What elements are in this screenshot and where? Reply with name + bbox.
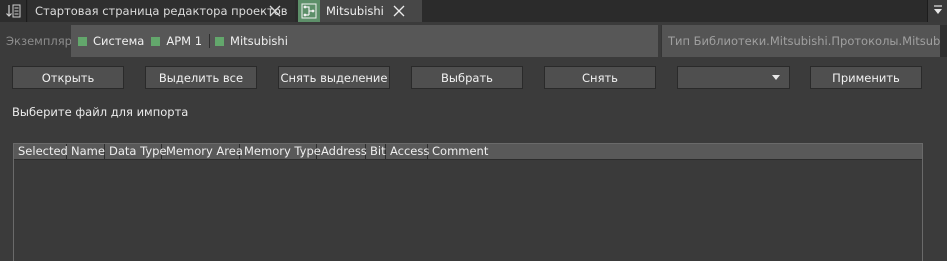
library-type-path-label: Тип Библиотеки.Mitsubishi.Протоколы.Mits… [668,34,940,48]
tab-start-page-label: Стартовая страница редактора проектов [35,4,288,18]
project-tree-button[interactable] [0,0,27,22]
column-header-data-type[interactable]: Data Type [105,144,167,160]
breadcrumb: Система АРМ 1 Mitsubishi [71,25,658,57]
choose-button[interactable]: Выбрать [411,66,523,89]
column-header-address[interactable]: Address [317,144,367,160]
tab-mitsubishi[interactable]: Mitsubishi [298,0,422,22]
tree-list-icon [6,4,21,18]
breadcrumb-caption: Экземпляр [6,34,72,48]
tab-overflow-menu-button[interactable] [927,0,947,22]
select-all-button[interactable]: Выделить все [145,66,257,89]
table-header: Selected Name Data Type Memory Area Memo… [14,143,922,160]
deselect-button[interactable]: Снять выделение [278,66,390,89]
breadcrumb-item-label: АРМ 1 [166,34,203,48]
plc-network-icon [298,0,320,22]
breadcrumb-item-label: Mitsubishi [230,34,288,48]
chevron-down-icon [772,75,780,80]
open-button[interactable]: Открыть [12,66,124,89]
tab-mitsubishi-label: Mitsubishi [326,4,384,18]
breadcrumb-bar: Экземпляр Система АРМ 1 Mitsubishi Тип Б… [0,22,947,59]
tab-bar: Стартовая страница редактора проектов Mi… [0,0,947,22]
tags-table[interactable]: Selected Name Data Type Memory Area Memo… [13,143,923,261]
column-header-comment[interactable]: Comment [428,144,922,160]
column-header-memory-type[interactable]: Memory Type [240,144,321,160]
column-header-bit[interactable]: Bit [366,144,386,160]
tab-start-page[interactable]: Стартовая страница редактора проектов [28,0,295,22]
breadcrumb-item-label: Система [93,34,145,48]
apply-button[interactable]: Применить [810,66,922,89]
breadcrumb-separator [209,34,211,48]
remove-button[interactable]: Снять [544,66,656,89]
close-icon[interactable] [269,5,281,17]
breadcrumb-item-arm1[interactable]: АРМ 1 [151,34,202,48]
import-hint: Выберите файл для импорта [12,105,189,119]
breadcrumb-item-system[interactable]: Система [78,34,144,48]
node-square-icon [78,36,87,46]
close-icon[interactable] [393,5,405,17]
node-square-icon [215,36,225,46]
filter-dropdown[interactable] [677,66,790,89]
dropdown-arrow-icon [934,5,942,14]
library-type-path: Тип Библиотеки.Mitsubishi.Протоколы.Mits… [661,25,940,57]
column-header-memory-area[interactable]: Memory Area [162,144,243,160]
column-header-name[interactable]: Name [67,144,105,160]
node-square-icon [151,36,161,46]
breadcrumb-item-mitsubishi[interactable]: Mitsubishi [215,34,288,48]
breadcrumb-scrollbar[interactable] [940,25,947,57]
column-header-access[interactable]: Access [386,144,429,160]
column-header-selected[interactable]: Selected [14,144,68,160]
